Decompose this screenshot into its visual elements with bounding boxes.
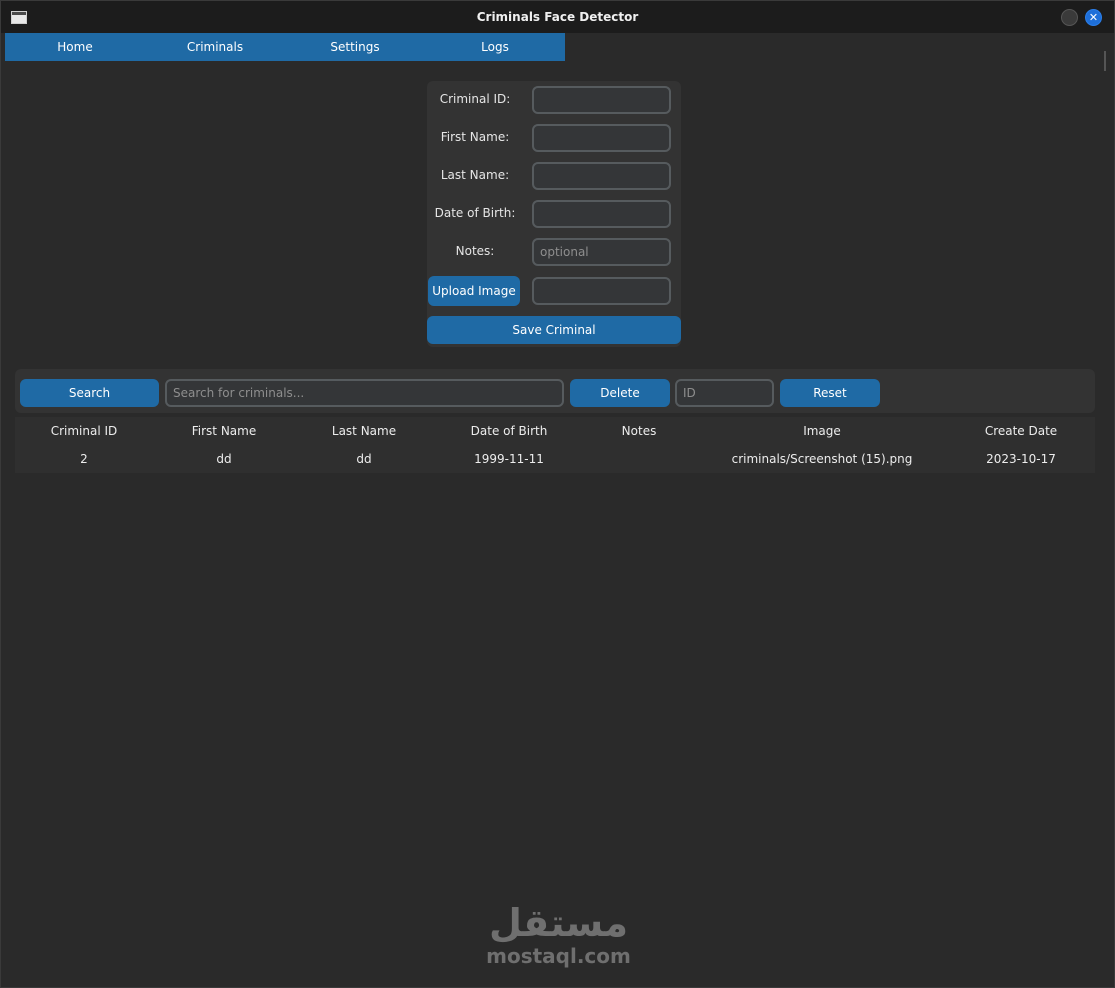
scrollbar[interactable]: [1104, 51, 1106, 71]
watermark: مستقل mostaql.com: [471, 901, 646, 967]
delete-id-input[interactable]: [675, 379, 774, 407]
upload-image-button[interactable]: Upload Image: [428, 276, 520, 306]
search-button[interactable]: Search: [20, 379, 159, 407]
watermark-logo: مستقل: [489, 901, 628, 945]
first-name-input[interactable]: [532, 124, 671, 152]
search-input[interactable]: [165, 379, 564, 407]
cell-criminal-id: 2: [80, 452, 88, 466]
criminal-id-label: Criminal ID:: [439, 92, 511, 106]
save-criminal-button[interactable]: Save Criminal: [427, 316, 681, 344]
tab-settings[interactable]: Settings: [285, 33, 425, 61]
criminals-table: Criminal ID First Name Last Name Date of…: [15, 417, 1095, 473]
tab-home[interactable]: Home: [5, 33, 145, 61]
cell-image: criminals/Screenshot (15).png: [731, 452, 913, 466]
criminal-form: Criminal ID: First Name: Last Name: Date…: [427, 81, 681, 347]
cell-last-name: dd: [356, 452, 372, 466]
search-toolbar: Search Delete Reset: [15, 369, 1095, 413]
nav-bar: Home Criminals Settings Logs: [5, 33, 565, 61]
last-name-input[interactable]: [532, 162, 671, 190]
app-window: Criminals Face Detector ✕ Home Criminals…: [0, 0, 1115, 988]
minimize-button[interactable]: [1061, 9, 1078, 26]
column-header-first-name[interactable]: First Name: [192, 424, 256, 438]
column-header-last-name[interactable]: Last Name: [332, 424, 396, 438]
delete-button[interactable]: Delete: [570, 379, 670, 407]
dob-input[interactable]: [532, 200, 671, 228]
dob-label: Date of Birth:: [434, 206, 516, 220]
reset-button[interactable]: Reset: [780, 379, 880, 407]
image-path-input[interactable]: [532, 277, 671, 305]
criminal-id-input[interactable]: [532, 86, 671, 114]
column-header-create-date[interactable]: Create Date: [985, 424, 1057, 438]
notes-input[interactable]: [532, 238, 671, 266]
title-bar[interactable]: Criminals Face Detector ✕: [1, 1, 1114, 33]
column-header-image[interactable]: Image: [803, 424, 841, 438]
first-name-label: First Name:: [440, 130, 510, 144]
column-header-date-of-birth[interactable]: Date of Birth: [471, 424, 548, 438]
cell-first-name: dd: [216, 452, 232, 466]
watermark-domain: mostaql.com: [486, 944, 631, 968]
window-title: Criminals Face Detector: [476, 10, 639, 24]
last-name-label: Last Name:: [440, 168, 510, 182]
cell-create-date: 2023-10-17: [986, 452, 1056, 466]
cell-date-of-birth: 1999-11-11: [474, 452, 544, 466]
close-button[interactable]: ✕: [1085, 9, 1102, 26]
tab-criminals[interactable]: Criminals: [145, 33, 285, 61]
column-header-notes[interactable]: Notes: [622, 424, 657, 438]
close-icon: ✕: [1088, 11, 1099, 24]
column-header-criminal-id[interactable]: Criminal ID: [51, 424, 118, 438]
tab-logs[interactable]: Logs: [425, 33, 565, 61]
notes-label: Notes:: [455, 244, 495, 258]
